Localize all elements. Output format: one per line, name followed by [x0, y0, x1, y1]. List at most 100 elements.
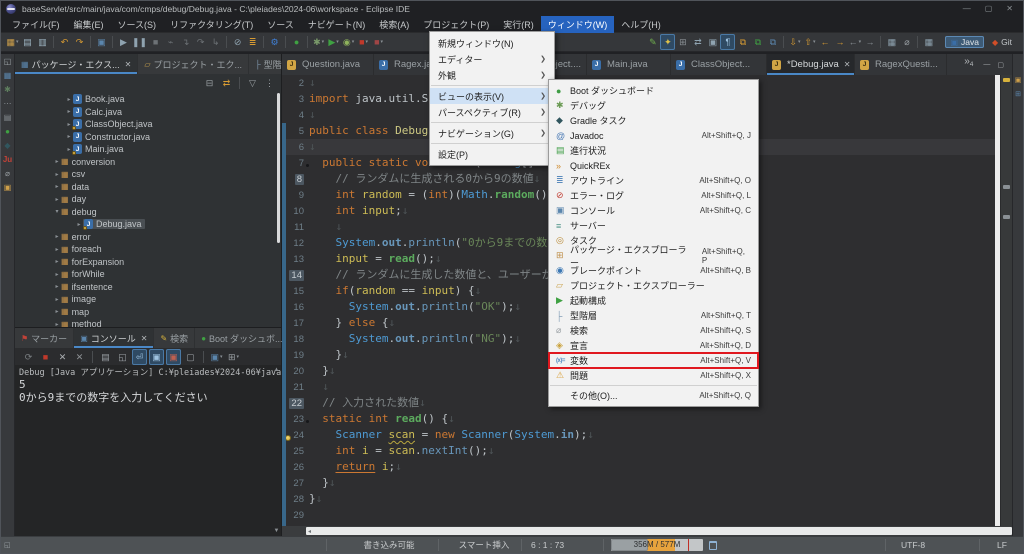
tree-item[interactable]: ▸▦ifsentence	[15, 281, 281, 294]
submenu-item[interactable]: ├型階層Alt+Shift+Q, T	[549, 308, 758, 323]
submenu-item[interactable]: ✱デバッグ	[549, 98, 758, 113]
submenu-item[interactable]: (x)=変数Alt+Shift+Q, V	[549, 353, 758, 368]
terminate-console-icon[interactable]: ■	[38, 349, 53, 365]
editor-tab[interactable]: JClassObject...	[671, 54, 767, 75]
view-tab[interactable]: ✎検索	[154, 328, 195, 348]
save-all-icon[interactable]: ▥	[35, 34, 50, 50]
editor-tab[interactable]: JQuestion.java	[282, 54, 374, 75]
display-console-icon[interactable]: ▣▾	[209, 349, 224, 365]
garbage-collect-button[interactable]	[709, 537, 717, 553]
view-tab[interactable]: ▣コンソール✕	[74, 328, 154, 348]
chevron-icon[interactable]: ▾	[53, 208, 61, 215]
tab-overflow-indicator[interactable]: »4	[962, 54, 975, 75]
editor-tab[interactable]: J*Debug.java✕	[767, 54, 855, 75]
remove-launch-icon[interactable]: ✕	[55, 349, 70, 365]
close-icon[interactable]: ✕	[125, 60, 132, 69]
chevron-icon[interactable]: ▸	[53, 283, 61, 290]
chevron-icon[interactable]: ▸	[53, 271, 61, 278]
last-edit-icon[interactable]: ←	[817, 34, 832, 50]
menu-item[interactable]: 新規ウィンドウ(N)	[430, 35, 554, 51]
boot-mini-icon[interactable]: ●	[5, 127, 10, 136]
view-tab[interactable]: ●Boot ダッシュボ...	[195, 328, 289, 348]
coverage-as-icon[interactable]: ◉▾	[341, 34, 356, 50]
settings-gear-icon[interactable]: ⚙	[267, 34, 282, 50]
menu-item[interactable]: ビューの表示(V)❯	[430, 88, 554, 104]
submenu-item[interactable]: ≣アウトラインAlt+Shift+Q, O	[549, 173, 758, 188]
menubar-item[interactable]: 実行(R)	[496, 16, 541, 33]
chevron-icon[interactable]: ▸	[65, 96, 73, 103]
submenu-item[interactable]: ⊞パッケージ・エクスプローラーAlt+Shift+Q, P	[549, 248, 758, 263]
ruler-marker[interactable]	[1003, 215, 1010, 219]
package-icon[interactable]: ⊞	[675, 34, 690, 50]
minimize-editor[interactable]: —	[983, 61, 990, 68]
link-with-editor-icon[interactable]: ⇄	[219, 75, 234, 91]
menubar-item[interactable]: 検索(A)	[372, 16, 416, 33]
console-output-area[interactable]: Debug [Java アプリケーション] C:¥pleiades¥2024-0…	[15, 365, 281, 536]
next-annotation-icon[interactable]: ⇩▾	[787, 34, 802, 50]
forward-icon[interactable]: →	[862, 34, 877, 50]
quick-access-icon[interactable]: ◱	[4, 537, 11, 553]
chevron-icon[interactable]: ▸	[53, 196, 61, 203]
scrollbar-thumb[interactable]: ◂	[306, 527, 1012, 535]
menubar-item[interactable]: ウィンドウ(W)	[541, 16, 615, 33]
menubar-item[interactable]: プロジェクト(P)	[416, 16, 496, 33]
menu-item[interactable]: パースペクティブ(R)❯	[430, 104, 554, 120]
filters-icon[interactable]: ▽	[245, 75, 260, 91]
tree-item[interactable]: ▸JBook.java	[15, 93, 281, 106]
submenu-item[interactable]: ⌀検索Alt+Shift+Q, S	[549, 323, 758, 338]
tree-item[interactable]: ▸▦image	[15, 293, 281, 306]
submenu-item[interactable]: ◈宣言Alt+Shift+Q, D	[549, 338, 758, 353]
submenu-item[interactable]: ⚠問題Alt+Shift+Q, X	[549, 368, 758, 383]
minimized-view-2-icon[interactable]: ⊞	[1015, 90, 1021, 98]
new-task-icon[interactable]: ✎	[645, 34, 660, 50]
scroll-up-icon[interactable]: ▲	[274, 367, 280, 373]
minimize-button[interactable]: —	[963, 4, 971, 13]
editor-window-icon[interactable]: ▣	[705, 34, 720, 50]
step-into-icon[interactable]: ↴	[178, 34, 193, 50]
profile-as-icon[interactable]: ■▾	[371, 34, 386, 50]
suspend-icon[interactable]: ❚❚	[131, 34, 148, 50]
restore-pane-icon[interactable]: ◱	[4, 57, 12, 66]
menubar-item[interactable]: ファイル(F)	[5, 16, 67, 33]
heap-indicator[interactable]: 356M / 577M	[611, 539, 703, 551]
tree-item[interactable]: ▸▦day	[15, 193, 281, 206]
submenu-item[interactable]: ⊘エラー・ログAlt+Shift+Q, L	[549, 188, 758, 203]
submenu-item[interactable]: ▣コンソールAlt+Shift+Q, C	[549, 203, 758, 218]
ruler-marker[interactable]	[1003, 185, 1010, 189]
chevron-icon[interactable]: ▸	[53, 233, 61, 240]
menubar-item[interactable]: ヘルプ(H)	[614, 16, 668, 33]
tree-item[interactable]: ▸▦map	[15, 306, 281, 319]
tree-item[interactable]: ▾▦debug	[15, 206, 281, 219]
show-stdout-icon[interactable]: ▣	[149, 349, 164, 365]
editor-horizontal-scrollbar[interactable]: ◂	[282, 526, 1012, 536]
new-view-icon[interactable]: ▦	[884, 34, 899, 50]
submenu-item[interactable]: ◉ブレークポイントAlt+Shift+Q, B	[549, 263, 758, 278]
relaunch-icon[interactable]: ⟳	[21, 349, 36, 365]
submenu-item[interactable]: ●Boot ダッシュボード	[549, 83, 758, 98]
chevron-icon[interactable]: ▸	[53, 321, 61, 327]
sync-icon[interactable]: ⇄	[690, 34, 705, 50]
tree-item[interactable]: ▸▦method	[15, 318, 281, 327]
tree-item[interactable]: ▸▦conversion	[15, 156, 281, 169]
editor-tab[interactable]: JMain.java	[587, 54, 671, 75]
clear-console-icon[interactable]: ▤	[98, 349, 113, 365]
menubar-item[interactable]: ナビゲート(N)	[301, 16, 373, 33]
chevron-icon[interactable]: ▸	[53, 258, 61, 265]
tree-item[interactable]: ▸JClassObject.java	[15, 118, 281, 131]
menu-item[interactable]: ナビゲーション(G)❯	[430, 125, 554, 141]
menu-item[interactable]: 設定(P)	[430, 146, 554, 162]
submenu-item[interactable]: ▶起動構成	[549, 293, 758, 308]
chevron-icon[interactable]: ▸	[65, 108, 73, 115]
stop-icon[interactable]: ■▾	[356, 34, 371, 50]
terminate-icon[interactable]: ■	[148, 34, 163, 50]
maximize-button[interactable]: ▢	[985, 4, 993, 13]
collapse-all-icon[interactable]: ⊟	[202, 75, 217, 91]
redo-icon[interactable]: ↷	[72, 34, 87, 50]
word-wrap-icon[interactable]: ⏎	[132, 349, 147, 365]
boot-dashboard-icon[interactable]: ●	[289, 34, 304, 50]
chevron-icon[interactable]: ▸	[53, 296, 61, 303]
submenu-item[interactable]: その他(O)...Alt+Shift+Q, Q	[549, 388, 758, 403]
pin-console-icon[interactable]: ▢	[183, 349, 198, 365]
resume-icon[interactable]: ▶	[116, 34, 131, 50]
scroll-lock-icon[interactable]: ◱	[115, 349, 130, 365]
